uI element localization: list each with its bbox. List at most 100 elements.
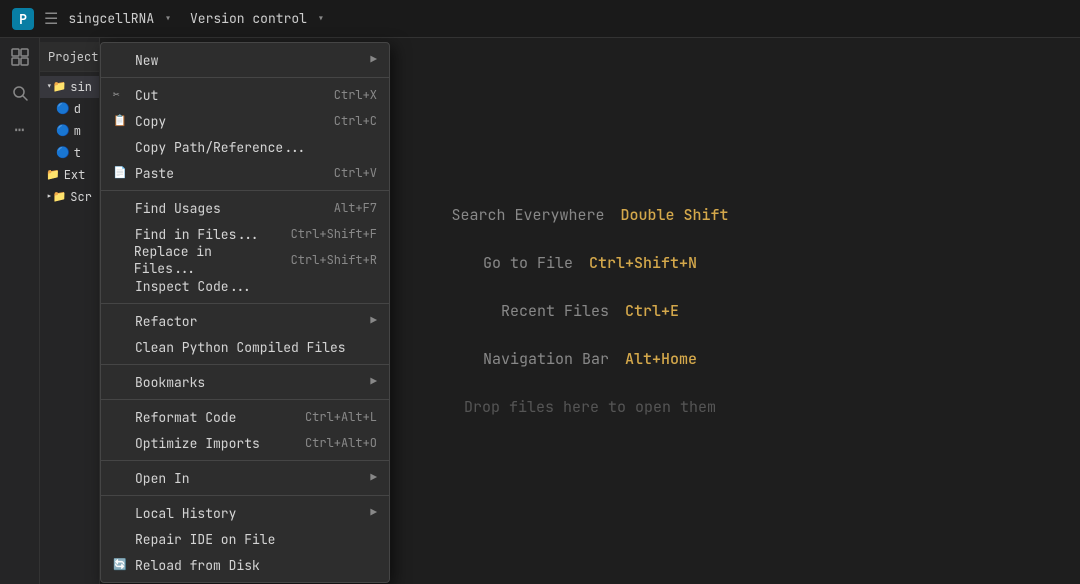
menu-item-reload-from-disk[interactable]: 🔄 Reload from Disk xyxy=(101,552,389,578)
menu-item-local-history[interactable]: Local History▶ xyxy=(101,500,389,526)
action-search-everywhere: Search Everywhere xyxy=(451,205,604,225)
menu-separator-11 xyxy=(101,303,389,304)
menu-separator-19 xyxy=(101,460,389,461)
menu-item-copy[interactable]: 📋 Copy Ctrl+C xyxy=(101,108,389,134)
titlebar: P ☰ singcellRNA ▾ Version control ▾ xyxy=(0,0,1080,38)
menu-item-label: New xyxy=(135,52,158,69)
folder-icon: 📁 xyxy=(46,168,60,182)
folder-icon: ▾📁 xyxy=(46,80,66,94)
activity-bar: ⋯ xyxy=(0,38,40,584)
menu-item-arrow: ▶ xyxy=(370,53,377,67)
menu-item-reformat-code[interactable]: Reformat Code Ctrl+Alt+L xyxy=(101,404,389,430)
menu-item-copy-path/reference...[interactable]: Copy Path/Reference... xyxy=(101,134,389,160)
menu-item-label: Find in Files... xyxy=(135,226,260,243)
menu-item-inspect-code...[interactable]: Inspect Code... xyxy=(101,273,389,299)
file-icon-blue: 🔵 xyxy=(56,102,70,116)
project-panel: Project ▾ ▾📁 sin 🔵 d 🔵 m 🔵 t 📁 Ext xyxy=(40,38,100,584)
menu-separator-6 xyxy=(101,190,389,191)
menu-separator-16 xyxy=(101,399,389,400)
menu-item-shortcut: Ctrl+Shift+F xyxy=(291,226,377,242)
menu-item-shortcut: Ctrl+Shift+R xyxy=(291,252,377,268)
project-tree: ▾📁 sin 🔵 d 🔵 m 🔵 t 📁 Ext ▸📁 Scr xyxy=(40,72,99,212)
menu-item-shortcut: Alt+F7 xyxy=(334,200,377,216)
tree-label: Ext xyxy=(64,167,86,183)
project-icon[interactable] xyxy=(9,46,31,68)
menu-item-arrow: ▶ xyxy=(370,471,377,485)
menu-item-label: Replace in Files... xyxy=(134,243,271,277)
menu-separator-14 xyxy=(101,364,389,365)
file-icon-blue: 🔵 xyxy=(56,146,70,160)
key-recent-files: Ctrl+E xyxy=(625,301,679,321)
menu-item-label: Copy Path/Reference... xyxy=(135,139,307,156)
menu-item-label: Find Usages xyxy=(135,200,221,217)
key-nav-bar: Alt+Home xyxy=(625,349,697,369)
tree-item-ext[interactable]: 📁 Ext xyxy=(40,164,99,186)
tree-item-scr[interactable]: ▸📁 Scr xyxy=(40,186,99,208)
menu-item-label: Clean Python Compiled Files xyxy=(135,339,346,356)
tree-item-sin[interactable]: ▾📁 sin xyxy=(40,76,99,98)
project-panel-header: Project ▾ xyxy=(40,42,99,72)
menu-item-label: Local History xyxy=(135,505,236,522)
menu-item-label: Repair IDE on File xyxy=(135,531,275,548)
more-icon[interactable]: ⋯ xyxy=(9,118,31,140)
tree-label: m xyxy=(74,123,81,139)
vcs-dropdown-icon[interactable]: ▾ xyxy=(317,10,325,27)
action-nav-bar: Navigation Bar xyxy=(483,349,609,369)
menu-item-label: Copy xyxy=(135,113,166,130)
tree-label: Scr xyxy=(70,189,92,205)
menu-item-label: Bookmarks xyxy=(135,374,205,391)
project-name[interactable]: singcellRNA xyxy=(68,10,154,27)
tree-item-d[interactable]: 🔵 d xyxy=(40,98,99,120)
menu-item-arrow: ▶ xyxy=(370,375,377,389)
file-icon-blue: 🔵 xyxy=(56,124,70,138)
menu-separator-21 xyxy=(101,495,389,496)
menu-item-clean-python-compiled-files[interactable]: Clean Python Compiled Files xyxy=(101,334,389,360)
menu-item-icon: ✂ xyxy=(113,88,127,102)
key-search-everywhere: Double Shift xyxy=(621,205,729,225)
hamburger-icon[interactable]: ☰ xyxy=(44,8,58,29)
menu-item-shortcut: Ctrl+C xyxy=(334,113,377,129)
action-goto-file: Go to File xyxy=(483,253,573,273)
action-recent-files: Recent Files xyxy=(501,301,609,321)
context-menu: New ▶ ✂CutCtrl+X 📋 Copy Ctrl+C Copy Path/Refer… xyxy=(100,42,390,583)
titlebar-vcs-label[interactable]: Version control xyxy=(190,10,307,27)
shortcut-hint-nav: Navigation Bar Alt+Home xyxy=(483,349,697,369)
tree-label: sin xyxy=(70,79,92,95)
menu-item-label: Refactor xyxy=(135,313,197,330)
search-icon[interactable] xyxy=(9,82,31,104)
menu-item-icon: 🔄 xyxy=(113,558,127,572)
menu-separator-1 xyxy=(101,77,389,78)
menu-item-bookmarks[interactable]: Bookmarks ▶ xyxy=(101,369,389,395)
shortcut-hint-goto: Go to File Ctrl+Shift+N xyxy=(483,253,697,273)
menu-item-new[interactable]: New ▶ xyxy=(101,47,389,73)
menu-item-label: Inspect Code... xyxy=(135,278,252,295)
menu-item-paste[interactable]: 📄 Paste Ctrl+V xyxy=(101,160,389,186)
shortcut-hint-search: Search Everywhere Double Shift xyxy=(451,205,728,225)
menu-item-cut[interactable]: ✂CutCtrl+X xyxy=(101,82,389,108)
menu-item-icon: 📄 xyxy=(113,166,127,180)
tree-item-t[interactable]: 🔵 t xyxy=(40,142,99,164)
folder-icon: ▸📁 xyxy=(46,190,66,204)
menu-item-label: Paste xyxy=(135,165,174,182)
project-dropdown-icon[interactable]: ▾ xyxy=(164,10,172,27)
key-goto-file: Ctrl+Shift+N xyxy=(589,253,697,273)
menu-item-replace-in-files...[interactable]: Replace in Files...Ctrl+Shift+R xyxy=(101,247,389,273)
menu-item-shortcut: Ctrl+Alt+L xyxy=(305,409,377,425)
menu-item-shortcut: Ctrl+V xyxy=(334,165,377,181)
tree-item-m[interactable]: 🔵 m xyxy=(40,120,99,142)
app-logo: P xyxy=(12,8,34,30)
menu-item-label: Optimize Imports xyxy=(135,435,260,452)
menu-item-refactor[interactable]: Refactor▶ xyxy=(101,308,389,334)
menu-item-find-usages[interactable]: Find Usages Alt+F7 xyxy=(101,195,389,221)
menu-item-label: Reformat Code xyxy=(135,409,236,426)
svg-text:P: P xyxy=(19,11,27,28)
menu-item-repair-ide-on-file[interactable]: Repair IDE on File xyxy=(101,526,389,552)
menu-item-optimize-imports[interactable]: Optimize ImportsCtrl+Alt+O xyxy=(101,430,389,456)
shortcut-hint-recent: Recent Files Ctrl+E xyxy=(501,301,679,321)
menu-item-icon: 📋 xyxy=(113,114,127,128)
tree-label: t xyxy=(74,145,81,161)
menu-item-label: Reload from Disk xyxy=(135,557,260,574)
tree-label: d xyxy=(74,101,81,117)
menu-item-open-in[interactable]: Open In▶ xyxy=(101,465,389,491)
project-panel-title: Project xyxy=(48,49,98,65)
